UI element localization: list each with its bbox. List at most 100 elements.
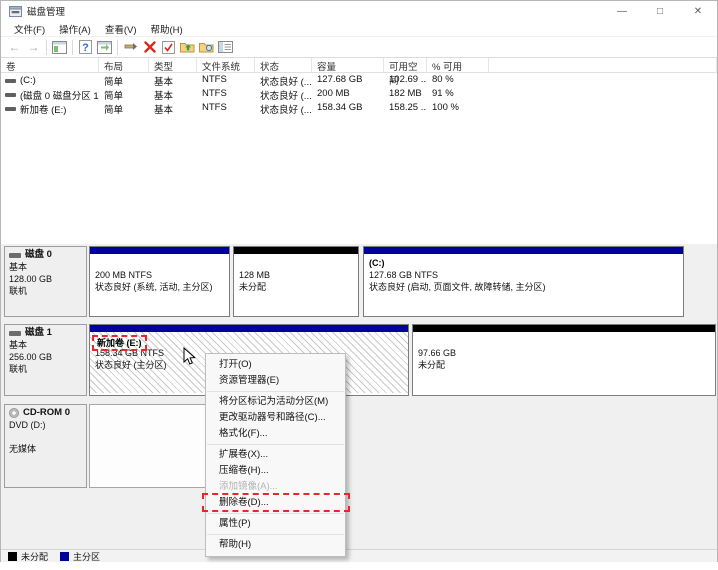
partition-unallocated-97gb[interactable]: 97.66 GB 未分配: [412, 324, 716, 396]
close-button[interactable]: ✕: [679, 1, 717, 21]
table-cell[interactable]: 基本: [149, 87, 197, 101]
menu-separator: [207, 391, 344, 392]
table-cell[interactable]: 简单: [99, 73, 149, 87]
menu-item-help[interactable]: 帮助(H): [206, 537, 345, 553]
table-cell[interactable]: 状态良好 (...: [255, 73, 312, 87]
table-cell[interactable]: 状态良好 (...: [255, 87, 312, 101]
show-action-pane-icon[interactable]: [95, 39, 114, 56]
cdrom-0-label-panel[interactable]: CD-ROM 0 DVD (D:) 无媒体: [4, 404, 87, 488]
table-cell[interactable]: 158.25 ...: [384, 101, 427, 115]
column-header-layout[interactable]: 布局: [99, 58, 149, 73]
table-cell[interactable]: NTFS: [197, 101, 255, 115]
help-icon[interactable]: ?: [76, 39, 95, 56]
window-title: 磁盘管理: [27, 4, 65, 18]
column-header-free-space[interactable]: 可用空间: [384, 58, 427, 73]
svg-text:?: ?: [82, 42, 89, 54]
table-cell[interactable]: NTFS: [197, 87, 255, 101]
partition-system-200mb[interactable]: 200 MB NTFS 状态良好 (系统, 活动, 主分区): [89, 246, 230, 317]
table-cell[interactable]: 简单: [99, 101, 149, 115]
show-console-tree-icon[interactable]: [50, 39, 69, 56]
table-cell-empty: [489, 73, 717, 87]
table-cell[interactable]: NTFS: [197, 73, 255, 87]
disk-type: 基本: [9, 261, 83, 273]
menu-item-shrink-volume[interactable]: 压缩卷(H)...: [206, 463, 345, 479]
table-cell[interactable]: 158.34 GB: [312, 101, 384, 115]
menu-file[interactable]: 文件(F): [7, 22, 52, 36]
menu-help[interactable]: 帮助(H): [143, 22, 189, 36]
disk-0-row: 磁盘 0 基本 128.00 GB 联机 200 MB NTFS 状态良好 (系…: [4, 246, 701, 317]
column-header-type[interactable]: 类型: [149, 58, 197, 73]
menu-separator: [207, 444, 344, 445]
column-header-status[interactable]: 状态: [255, 58, 312, 73]
folder-up-icon[interactable]: [178, 39, 197, 56]
action-pointer-icon[interactable]: [121, 39, 140, 56]
toolbar-separator: [117, 40, 118, 55]
cdrom-0-row: CD-ROM 0 DVD (D:) 无媒体: [4, 404, 701, 488]
properties-check-icon[interactable]: [159, 39, 178, 56]
table-row-volume-name[interactable]: (C:): [1, 73, 99, 87]
mouse-cursor: [183, 347, 196, 366]
table-cell[interactable]: 100 %: [427, 101, 489, 115]
table-cell[interactable]: 基本: [149, 73, 197, 87]
unallocated-partition-bar: [234, 247, 358, 254]
legend-primary-label: 主分区: [73, 550, 100, 563]
table-cell[interactable]: 182 MB: [384, 87, 427, 101]
menu-item-change-drive-letter[interactable]: 更改驱动器号和路径(C)...: [206, 410, 345, 426]
folder-view-icon[interactable]: [197, 39, 216, 56]
table-cell[interactable]: 91 %: [427, 87, 489, 101]
app-icon: [9, 6, 22, 17]
column-header-capacity[interactable]: 容量: [312, 58, 384, 73]
volume-context-menu: 打开(O) 资源管理器(E) 将分区标记为活动分区(M) 更改驱动器号和路径(C…: [205, 353, 346, 557]
column-header-filesystem[interactable]: 文件系统: [197, 58, 255, 73]
disk-0-label-panel[interactable]: 磁盘 0 基本 128.00 GB 联机: [4, 246, 87, 317]
maximize-button[interactable]: □: [641, 1, 679, 21]
unallocated-partition-bar: [413, 325, 715, 332]
forward-icon[interactable]: →: [24, 39, 43, 56]
cd-disc-icon: [9, 408, 19, 418]
menu-item-open[interactable]: 打开(O): [206, 357, 345, 373]
menu-item-format[interactable]: 格式化(F)...: [206, 426, 345, 442]
disk-1-label-panel[interactable]: 磁盘 1 基本 256.00 GB 联机: [4, 324, 87, 396]
delete-volume-icon[interactable]: [140, 39, 159, 56]
menu-item-properties[interactable]: 属性(P): [206, 516, 345, 532]
table-cell[interactable]: 80 %: [427, 73, 489, 87]
volume-icon: [5, 93, 16, 97]
table-row-volume-name[interactable]: (磁盘 0 磁盘分区 1): [1, 87, 99, 101]
table-cell[interactable]: 200 MB: [312, 87, 384, 101]
table-cell[interactable]: 102.69 ...: [384, 73, 427, 87]
legend-unallocated-swatch: [8, 552, 17, 561]
minimize-button[interactable]: —: [603, 1, 641, 21]
menu-bar: 文件(F) 操作(A) 查看(V) 帮助(H): [1, 21, 717, 37]
menu-item-extend-volume[interactable]: 扩展卷(X)...: [206, 447, 345, 463]
table-row-volume-name[interactable]: 新加卷 (E:): [1, 101, 99, 115]
partition-unallocated-128mb[interactable]: 128 MB 未分配: [233, 246, 359, 317]
outside-window-area: [0, 563, 718, 570]
menu-item-mark-active[interactable]: 将分区标记为活动分区(M): [206, 394, 345, 410]
menu-item-explorer[interactable]: 资源管理器(E): [206, 373, 345, 389]
table-cell[interactable]: 127.68 GB: [312, 73, 384, 87]
partition-c-drive[interactable]: (C:) 127.68 GB NTFS 状态良好 (启动, 页面文件, 故障转储…: [363, 246, 684, 317]
toolbar-separator: [72, 40, 73, 55]
column-header-percent-free[interactable]: % 可用: [427, 58, 489, 73]
menu-separator: [207, 513, 344, 514]
table-cell[interactable]: 简单: [99, 87, 149, 101]
primary-partition-bar: [90, 247, 229, 254]
table-cell-empty: [489, 87, 717, 101]
graphical-view-pane: 磁盘 0 基本 128.00 GB 联机 200 MB NTFS 状态良好 (系…: [1, 244, 717, 549]
back-icon[interactable]: ←: [5, 39, 24, 56]
menu-action[interactable]: 操作(A): [52, 22, 98, 36]
table-cell[interactable]: 基本: [149, 101, 197, 115]
disk-size: 128.00 GB: [9, 273, 83, 285]
disk-size: 256.00 GB: [9, 351, 83, 363]
table-cell[interactable]: 状态良好 (...: [255, 101, 312, 115]
column-header-volume[interactable]: 卷: [1, 58, 99, 73]
legend-bar: 未分配 主分区: [1, 549, 717, 562]
menu-separator: [207, 534, 344, 535]
volume-table: 卷 布局 类型 文件系统 状态 容量 可用空间 % 可用 (C:) 简单 基本 …: [1, 58, 717, 115]
menu-view[interactable]: 查看(V): [98, 22, 144, 36]
volume-icon: [5, 107, 16, 111]
legend-unallocated-label: 未分配: [21, 550, 48, 563]
details-pane-icon[interactable]: [216, 39, 235, 56]
menu-item-delete-volume[interactable]: 删除卷(D)...: [206, 495, 345, 511]
disk-status: 联机: [9, 285, 83, 297]
